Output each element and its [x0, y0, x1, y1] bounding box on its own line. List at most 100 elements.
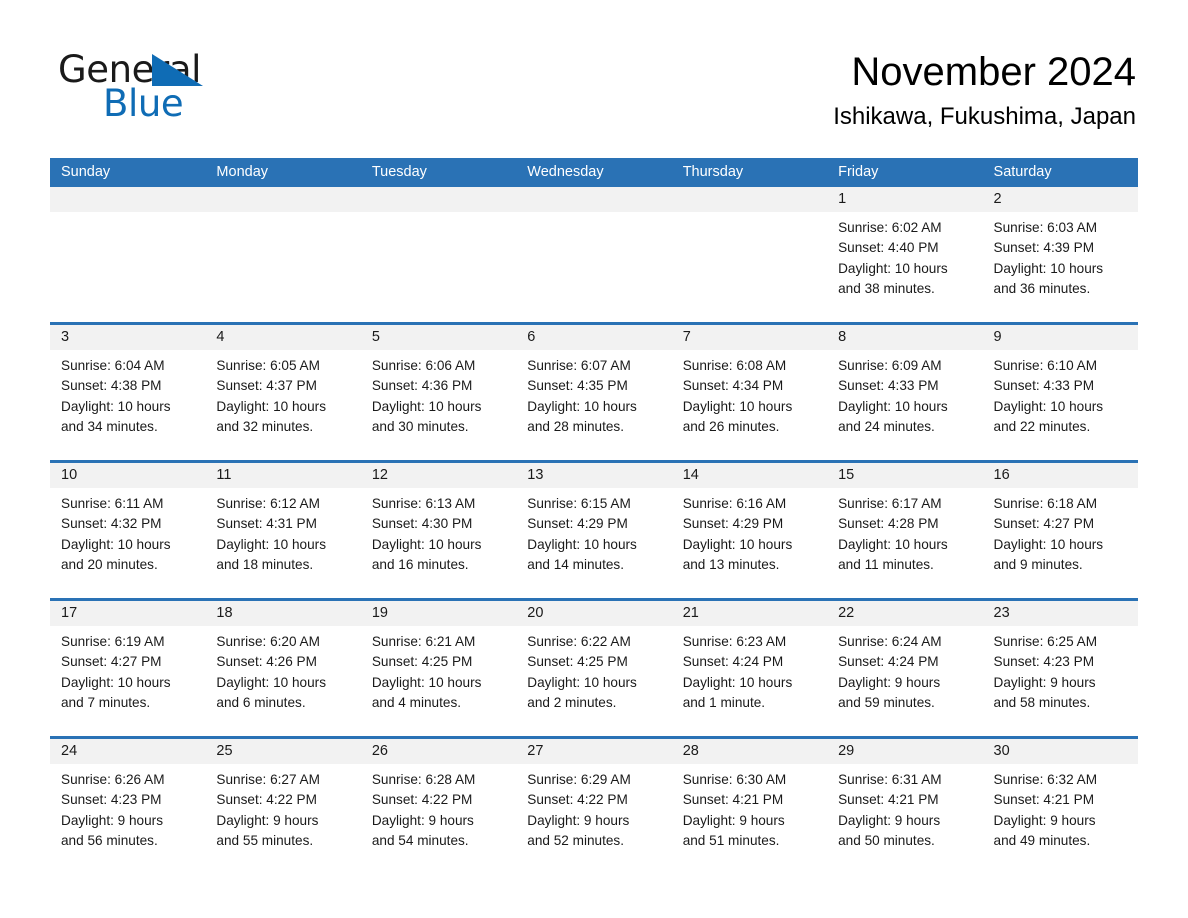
- weekday-header-tuesday: Tuesday: [371, 164, 427, 180]
- day-cell[interactable]: Sunrise: 6:18 AM Sunset: 4:27 PM Daylight:…: [983, 488, 1138, 598]
- day-cell[interactable]: Sunrise: 6:22 AM Sunset: 4:25 PM Daylight:…: [516, 626, 671, 736]
- day-cell[interactable]: Sunrise: 6:32 AM Sunset: 4:21 PM Daylight:…: [983, 764, 1138, 874]
- day-cell[interactable]: Sunrise: 6:11 AM Sunset: 4:32 PM Daylight:…: [50, 488, 205, 598]
- day-info-line: Daylight: 10 hours: [371, 398, 482, 414]
- day-info-line: Daylight: 10 hours: [61, 536, 171, 552]
- day-number[interactable]: 12: [361, 463, 516, 488]
- day-number[interactable]: 10: [50, 463, 205, 488]
- day-number[interactable]: 13: [516, 463, 671, 488]
- day-info-line: Sunset: 4:36 PM: [371, 378, 473, 394]
- day-cell-empty: [205, 212, 360, 322]
- day-number[interactable]: 9: [983, 325, 1138, 350]
- day-number[interactable]: 24: [50, 739, 205, 764]
- week-date-numbers: 12: [50, 187, 1138, 212]
- day-number[interactable]: 7: [672, 325, 827, 350]
- day-cell[interactable]: Sunrise: 6:07 AM Sunset: 4:35 PM Daylight:…: [516, 350, 671, 460]
- day-cell[interactable]: Sunrise: 6:28 AM Sunset: 4:22 PM Daylight:…: [361, 764, 516, 874]
- weekday-header-row: Sunday Monday Tuesday Wednesday Thursday Frid…: [50, 158, 1138, 187]
- day-cell[interactable]: Sunrise: 6:19 AM Sunset: 4:27 PM Daylight:…: [50, 626, 205, 736]
- day-number-empty: [50, 187, 205, 212]
- day-number[interactable]: 30: [983, 739, 1138, 764]
- day-number[interactable]: 22: [827, 601, 982, 626]
- day-cell[interactable]: Sunrise: 6:17 AM Sunset: 4:28 PM Daylight:…: [827, 488, 982, 598]
- day-info-line: and 1 minute.: [682, 694, 766, 710]
- day-number[interactable]: 2: [983, 187, 1138, 212]
- day-info-line: Sunrise: 6:30 AM: [682, 772, 787, 787]
- day-number[interactable]: 18: [205, 601, 360, 626]
- day-info-line: Sunset: 4:28 PM: [838, 516, 939, 532]
- day-cell[interactable]: Sunrise: 6:12 AM Sunset: 4:31 PM Daylight:…: [205, 488, 360, 598]
- day-number[interactable]: 27: [516, 739, 671, 764]
- week-row: 17 18 19 20 21 22 23 Sunrise: 6:19 AM Sunset: 4:…: [50, 598, 1138, 736]
- day-info-line: and 2 minutes.: [527, 694, 617, 710]
- day-cell[interactable]: Sunrise: 6:02 AM Sunset: 4:40 PM Daylight:…: [827, 212, 982, 322]
- page-title: November 2024: [851, 50, 1136, 94]
- day-number-empty: [516, 187, 671, 212]
- day-cell[interactable]: Sunrise: 6:29 AM Sunset: 4:22 PM Daylight:…: [516, 764, 671, 874]
- day-info-line: Daylight: 10 hours: [61, 398, 171, 414]
- day-number[interactable]: 17: [50, 601, 205, 626]
- week-row: 3 4 5 6 7 8 9 Sunrise: 6:04 AM Sunset: 4:38 PM Da…: [50, 322, 1138, 460]
- day-info-line: Daylight: 9 hours: [682, 812, 785, 828]
- day-number[interactable]: 11: [205, 463, 360, 488]
- day-info-line: and 38 minutes.: [838, 280, 935, 296]
- day-info-line: Daylight: 9 hours: [993, 674, 1096, 690]
- day-info-line: Sunset: 4:21 PM: [838, 792, 939, 808]
- day-number[interactable]: 21: [672, 601, 827, 626]
- day-cell[interactable]: Sunrise: 6:16 AM Sunset: 4:29 PM Daylight:…: [672, 488, 827, 598]
- day-info-line: Daylight: 9 hours: [838, 674, 941, 690]
- day-cell[interactable]: Sunrise: 6:31 AM Sunset: 4:21 PM Daylight:…: [827, 764, 982, 874]
- day-number[interactable]: 16: [983, 463, 1138, 488]
- day-cell[interactable]: Sunrise: 6:23 AM Sunset: 4:24 PM Daylight:…: [672, 626, 827, 736]
- generalblue-logo[interactable]: General Blue: [58, 50, 318, 130]
- day-info-line: Sunrise: 6:21 AM: [371, 634, 476, 649]
- day-number[interactable]: 6: [516, 325, 671, 350]
- day-cell[interactable]: Sunrise: 6:20 AM Sunset: 4:26 PM Daylight:…: [205, 626, 360, 736]
- day-info-line: Daylight: 9 hours: [371, 812, 474, 828]
- day-cell-empty: [672, 212, 827, 322]
- day-number[interactable]: 29: [827, 739, 982, 764]
- day-number[interactable]: 15: [827, 463, 982, 488]
- day-cell[interactable]: Sunrise: 6:24 AM Sunset: 4:24 PM Daylight:…: [827, 626, 982, 736]
- day-cell[interactable]: Sunrise: 6:05 AM Sunset: 4:37 PM Daylight:…: [205, 350, 360, 460]
- day-number[interactable]: 20: [516, 601, 671, 626]
- day-info-line: Daylight: 10 hours: [838, 398, 948, 414]
- day-number[interactable]: 4: [205, 325, 360, 350]
- day-number[interactable]: 3: [50, 325, 205, 350]
- day-cell[interactable]: Sunrise: 6:26 AM Sunset: 4:23 PM Daylight:…: [50, 764, 205, 874]
- day-number[interactable]: 23: [983, 601, 1138, 626]
- day-cell[interactable]: Sunrise: 6:08 AM Sunset: 4:34 PM Daylight:…: [672, 350, 827, 460]
- day-cell[interactable]: Sunrise: 6:04 AM Sunset: 4:38 PM Daylight:…: [50, 350, 205, 460]
- day-number[interactable]: 25: [205, 739, 360, 764]
- day-info-line: Sunset: 4:22 PM: [216, 792, 317, 808]
- day-info-line: Daylight: 10 hours: [527, 536, 637, 552]
- day-info-line: Sunrise: 6:02 AM: [838, 220, 942, 235]
- day-cell[interactable]: Sunrise: 6:10 AM Sunset: 4:33 PM Daylight:…: [983, 350, 1138, 460]
- day-info-line: Sunrise: 6:29 AM: [527, 772, 631, 787]
- week-day-details: Sunrise: 6:02 AM Sunset: 4:40 PM Daylight:…: [50, 212, 1138, 322]
- day-info-line: Sunset: 4:40 PM: [838, 240, 939, 256]
- day-number[interactable]: 5: [361, 325, 516, 350]
- day-cell[interactable]: Sunrise: 6:03 AM Sunset: 4:39 PM Daylight:…: [983, 212, 1138, 322]
- day-cell[interactable]: Sunrise: 6:09 AM Sunset: 4:33 PM Daylight:…: [827, 350, 982, 460]
- day-cell[interactable]: Sunrise: 6:27 AM Sunset: 4:22 PM Daylight:…: [205, 764, 360, 874]
- day-cell[interactable]: Sunrise: 6:30 AM Sunset: 4:21 PM Daylight:…: [672, 764, 827, 874]
- day-number[interactable]: 1: [827, 187, 982, 212]
- day-info-line: and 11 minutes.: [838, 556, 934, 572]
- day-number[interactable]: 26: [361, 739, 516, 764]
- day-info-line: Sunrise: 6:15 AM: [527, 496, 631, 511]
- day-number[interactable]: 8: [827, 325, 982, 350]
- day-number[interactable]: 19: [361, 601, 516, 626]
- day-cell[interactable]: Sunrise: 6:15 AM Sunset: 4:29 PM Daylight:…: [516, 488, 671, 598]
- week-date-numbers: 10 11 12 13 14 15 16: [50, 463, 1138, 488]
- day-cell[interactable]: Sunrise: 6:21 AM Sunset: 4:25 PM Daylight:…: [361, 626, 516, 736]
- day-info-line: Daylight: 10 hours: [993, 398, 1104, 414]
- day-cell[interactable]: Sunrise: 6:25 AM Sunset: 4:23 PM Daylight:…: [983, 626, 1138, 736]
- week-date-numbers: 3456789: [50, 325, 1138, 350]
- day-cell[interactable]: Sunrise: 6:06 AM Sunset: 4:36 PM Daylight:…: [361, 350, 516, 460]
- day-number[interactable]: 28: [672, 739, 827, 764]
- day-info-line: Daylight: 10 hours: [371, 536, 482, 552]
- day-cell[interactable]: Sunrise: 6:13 AM Sunset: 4:30 PM Daylight:…: [361, 488, 516, 598]
- weekday-header-wednesday: Wednesday: [527, 164, 604, 180]
- day-number[interactable]: 14: [672, 463, 827, 488]
